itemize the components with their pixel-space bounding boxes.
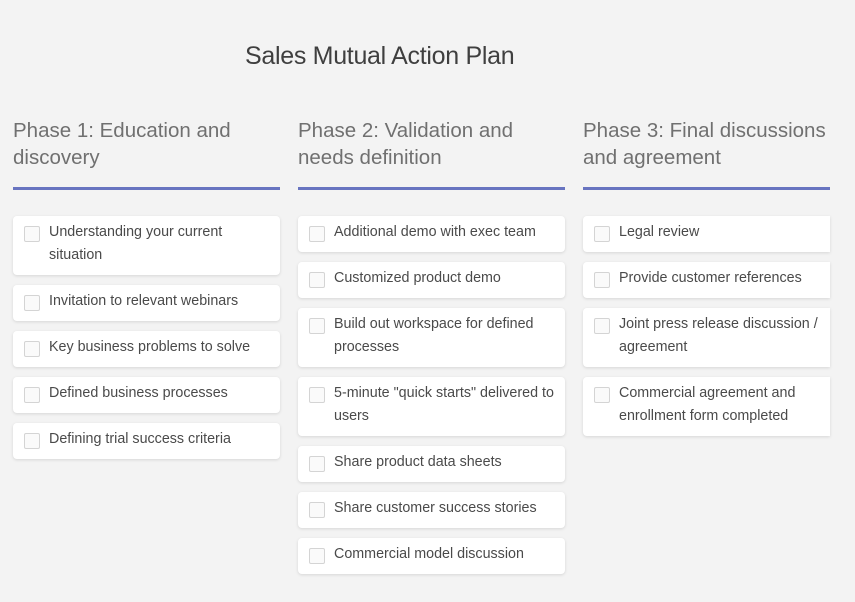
- task-card[interactable]: Invitation to relevant webinars: [13, 285, 280, 321]
- checkbox-unchecked-icon[interactable]: [24, 433, 40, 449]
- phase-title-line: Phase 2: Validation and: [298, 119, 514, 142]
- task-list: Understanding your current situation Inv…: [13, 216, 280, 459]
- task-label: Defining trial success criteria: [49, 431, 231, 447]
- task-label: Share customer success stories: [334, 500, 537, 516]
- phase-title-line: discovery: [13, 146, 100, 169]
- task-label: Additional demo with exec team: [334, 224, 536, 240]
- task-list: Additional demo with exec team Customize…: [298, 216, 565, 574]
- phase-title-line: and agreement: [583, 146, 721, 169]
- task-card[interactable]: Defining trial success criteria: [13, 423, 280, 459]
- task-card[interactable]: Customized product demo: [298, 262, 565, 298]
- task-label: Provide customer references: [619, 270, 802, 286]
- task-list: Legal review Provide customer references…: [583, 216, 830, 436]
- task-card[interactable]: 5-minute "quick starts" delivered to use…: [298, 377, 565, 436]
- checkbox-unchecked-icon[interactable]: [309, 502, 325, 518]
- checkbox-unchecked-icon[interactable]: [309, 548, 325, 564]
- task-card[interactable]: Understanding your current situation: [13, 216, 280, 275]
- task-card[interactable]: Legal review: [583, 216, 830, 252]
- phase-title-line: needs definition: [298, 146, 442, 169]
- task-label: Invitation to relevant webinars: [49, 293, 239, 309]
- task-label: Commercial agreement and enrollment form…: [619, 385, 796, 424]
- task-card[interactable]: Commercial agreement and enrollment form…: [583, 377, 830, 436]
- phase-title-line: Phase 1: Education and: [13, 119, 231, 142]
- phase-divider: [13, 187, 280, 190]
- task-label: Customized product demo: [334, 270, 501, 286]
- task-label: Understanding your current situation: [49, 224, 223, 263]
- task-label: 5-minute "quick starts" delivered to use…: [334, 385, 554, 424]
- task-card[interactable]: Commercial model discussion: [298, 538, 565, 574]
- task-label: Commercial model discussion: [334, 546, 524, 562]
- task-card[interactable]: Provide customer references: [583, 262, 830, 298]
- task-label: Joint press release discussion / agreeme…: [619, 316, 818, 355]
- checkbox-unchecked-icon[interactable]: [309, 456, 325, 472]
- page-title: Sales Mutual Action Plan: [245, 42, 515, 70]
- task-label: Legal review: [619, 224, 700, 240]
- task-card[interactable]: Key business problems to solve: [13, 331, 280, 367]
- task-card[interactable]: Defined business processes: [13, 377, 280, 413]
- task-card[interactable]: Share product data sheets: [298, 446, 565, 482]
- task-card[interactable]: Joint press release discussion / agreeme…: [583, 308, 830, 367]
- checkbox-unchecked-icon[interactable]: [309, 318, 325, 334]
- task-card[interactable]: Build out workspace for defined processe…: [298, 308, 565, 367]
- phase-divider: [298, 187, 565, 190]
- checkbox-unchecked-icon[interactable]: [309, 387, 325, 403]
- phase-title: Phase 2: Validation and needs definition: [298, 117, 565, 171]
- task-label: Share product data sheets: [334, 454, 502, 470]
- task-card[interactable]: Additional demo with exec team: [298, 216, 565, 252]
- task-card[interactable]: Share customer success stories: [298, 492, 565, 528]
- checkbox-unchecked-icon[interactable]: [24, 341, 40, 357]
- task-label: Defined business processes: [49, 385, 228, 401]
- phase-divider: [583, 187, 830, 190]
- phase-column-2: Phase 2: Validation and needs definition…: [298, 117, 565, 574]
- phase-title: Phase 1: Education and discovery: [13, 117, 280, 171]
- task-label: Build out workspace for defined processe…: [334, 316, 534, 355]
- task-label: Key business problems to solve: [49, 339, 251, 355]
- checkbox-unchecked-icon[interactable]: [24, 295, 40, 311]
- phase-column-3: Phase 3: Final discussions and agreement…: [583, 117, 830, 436]
- checkbox-unchecked-icon[interactable]: [594, 272, 610, 288]
- checkbox-unchecked-icon[interactable]: [594, 387, 610, 403]
- phase-column-1: Phase 1: Education and discovery Underst…: [13, 117, 280, 459]
- checkbox-unchecked-icon[interactable]: [24, 387, 40, 403]
- phase-title: Phase 3: Final discussions and agreement: [583, 117, 830, 171]
- checkbox-unchecked-icon[interactable]: [309, 272, 325, 288]
- checkbox-unchecked-icon[interactable]: [594, 226, 610, 242]
- checkbox-unchecked-icon[interactable]: [309, 226, 325, 242]
- checkbox-unchecked-icon[interactable]: [24, 226, 40, 242]
- phase-title-line: Phase 3: Final discussions: [583, 119, 826, 142]
- checkbox-unchecked-icon[interactable]: [594, 318, 610, 334]
